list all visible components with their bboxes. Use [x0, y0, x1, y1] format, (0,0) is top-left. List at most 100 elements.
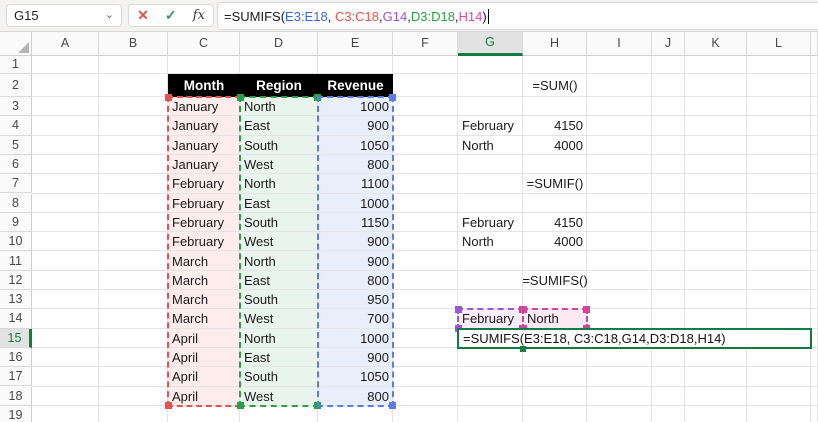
row-header-17[interactable]: 17: [0, 367, 32, 387]
cell-H5[interactable]: 4000: [523, 136, 587, 155]
column-header-B[interactable]: B: [99, 32, 168, 56]
row-header-2[interactable]: 2: [0, 74, 32, 97]
row-header-14[interactable]: 14: [0, 309, 32, 329]
row-header-19[interactable]: 19: [0, 405, 32, 422]
select-all-corner[interactable]: [0, 32, 32, 56]
column-header-partial[interactable]: [811, 32, 818, 56]
column-header-G[interactable]: G: [458, 32, 523, 56]
cell-C5[interactable]: January: [168, 136, 240, 155]
row-header-8[interactable]: 8: [0, 193, 32, 213]
spreadsheet-grid[interactable]: A B C D E F G H I J K L 1 2 3 4 5 6 7 8 9 10 11 12 13 14 15 16 17 18 1…: [0, 32, 818, 422]
name-box[interactable]: G15 ⌄: [6, 4, 122, 27]
cell-C10[interactable]: February: [168, 232, 240, 251]
row-header-7[interactable]: 7: [0, 174, 32, 194]
cell-G14[interactable]: February: [458, 309, 523, 328]
cell-C13[interactable]: March: [168, 290, 240, 309]
cell-E16[interactable]: 900: [318, 348, 393, 367]
cell-H7[interactable]: =SUMIF(): [523, 174, 587, 193]
cell-G9[interactable]: February: [458, 213, 523, 232]
active-cell-editor[interactable]: =SUMIFS(E3:E18, C3:C18,G14,D3:D18,H14): [457, 327, 812, 349]
cell-E13[interactable]: 950: [318, 290, 393, 309]
cell-D3[interactable]: North: [240, 97, 318, 116]
cancel-icon[interactable]: ✕: [137, 7, 149, 24]
cell-G10[interactable]: North: [458, 232, 523, 251]
cell-E7[interactable]: 1100: [318, 174, 393, 193]
row-header-9[interactable]: 9: [0, 212, 32, 233]
column-header-I[interactable]: I: [587, 32, 652, 56]
cell-H10[interactable]: 4000: [523, 232, 587, 251]
cell-E5[interactable]: 1050: [318, 136, 393, 155]
cell-H2[interactable]: =SUM(): [523, 74, 587, 97]
cell-C12[interactable]: March: [168, 271, 240, 290]
row-header-15[interactable]: 15: [0, 328, 32, 348]
cell-D17[interactable]: South: [240, 367, 318, 386]
formula-input[interactable]: =SUMIFS(E3:E18, C3:C18, G14, D3:D18, H14): [217, 2, 818, 30]
cell-D9[interactable]: South: [240, 213, 318, 232]
cell-H14[interactable]: North: [523, 309, 587, 328]
cell-E6[interactable]: 800: [318, 155, 393, 174]
row-header-16[interactable]: 16: [0, 347, 32, 368]
fill-handle[interactable]: [520, 345, 526, 352]
cell-G4[interactable]: February: [458, 116, 523, 135]
cell-D15[interactable]: North: [240, 329, 318, 348]
cell-C16[interactable]: April: [168, 348, 240, 367]
cell-D4[interactable]: East: [240, 116, 318, 135]
cell-H4[interactable]: 4150: [523, 116, 587, 135]
cell-E15[interactable]: 1000: [318, 329, 393, 348]
cell-C11[interactable]: March: [168, 251, 240, 270]
row-header-10[interactable]: 10: [0, 232, 32, 252]
row-header-13[interactable]: 13: [0, 290, 32, 310]
cell-D12[interactable]: East: [240, 271, 318, 290]
cell-D10[interactable]: West: [240, 232, 318, 251]
cell-E12[interactable]: 800: [318, 271, 393, 290]
row-header-3[interactable]: 3: [0, 97, 32, 117]
cell-C8[interactable]: February: [168, 194, 240, 213]
cell-D13[interactable]: South: [240, 290, 318, 309]
column-header-F[interactable]: F: [393, 32, 458, 56]
column-header-L[interactable]: L: [747, 32, 811, 56]
row-header-12[interactable]: 12: [0, 270, 32, 290]
cell-D14[interactable]: West: [240, 309, 318, 328]
cell-E11[interactable]: 900: [318, 251, 393, 270]
cell-E14[interactable]: 700: [318, 309, 393, 328]
cell-E17[interactable]: 1050: [318, 367, 393, 386]
cell-C7[interactable]: February: [168, 174, 240, 193]
row-header-11[interactable]: 11: [0, 251, 32, 271]
cell-E8[interactable]: 1000: [318, 194, 393, 213]
cell-E10[interactable]: 900: [318, 232, 393, 251]
enter-icon[interactable]: ✓: [165, 7, 177, 24]
row-header-6[interactable]: 6: [0, 154, 32, 175]
cell-D8[interactable]: East: [240, 194, 318, 213]
cell-C17[interactable]: April: [168, 367, 240, 386]
cell-C18[interactable]: April: [168, 387, 240, 406]
cell-C14[interactable]: March: [168, 309, 240, 328]
column-header-J[interactable]: J: [652, 32, 685, 56]
cell-D5[interactable]: South: [240, 136, 318, 155]
cell-C4[interactable]: January: [168, 116, 240, 135]
cell-E4[interactable]: 900: [318, 116, 393, 135]
cell-C15[interactable]: April: [168, 329, 240, 348]
column-header-D[interactable]: D: [240, 32, 318, 56]
cell-E3[interactable]: 1000: [318, 97, 393, 116]
cell-E18[interactable]: 800: [318, 387, 393, 406]
row-header-5[interactable]: 5: [0, 135, 32, 155]
column-header-H[interactable]: H: [523, 32, 587, 56]
cell-D6[interactable]: West: [240, 155, 318, 174]
cell-G5[interactable]: North: [458, 136, 523, 155]
column-header-K[interactable]: K: [685, 32, 747, 56]
column-header-A[interactable]: A: [32, 32, 99, 56]
insert-function-icon[interactable]: fx: [193, 8, 205, 23]
row-header-18[interactable]: 18: [0, 386, 32, 406]
cell-H9[interactable]: 4150: [523, 213, 587, 232]
cell-C3[interactable]: January: [168, 97, 240, 116]
cell-E9[interactable]: 1150: [318, 213, 393, 232]
cell-D11[interactable]: North: [240, 251, 318, 270]
cell-D18[interactable]: West: [240, 387, 318, 406]
cell-C9[interactable]: February: [168, 213, 240, 232]
row-header-1[interactable]: 1: [0, 55, 32, 75]
cell-C6[interactable]: January: [168, 155, 240, 174]
chevron-down-icon[interactable]: ⌄: [105, 10, 114, 21]
cell-H12[interactable]: =SUMIFS(): [522, 271, 587, 290]
row-header-4[interactable]: 4: [0, 116, 32, 136]
cell-D7[interactable]: North: [240, 174, 318, 193]
